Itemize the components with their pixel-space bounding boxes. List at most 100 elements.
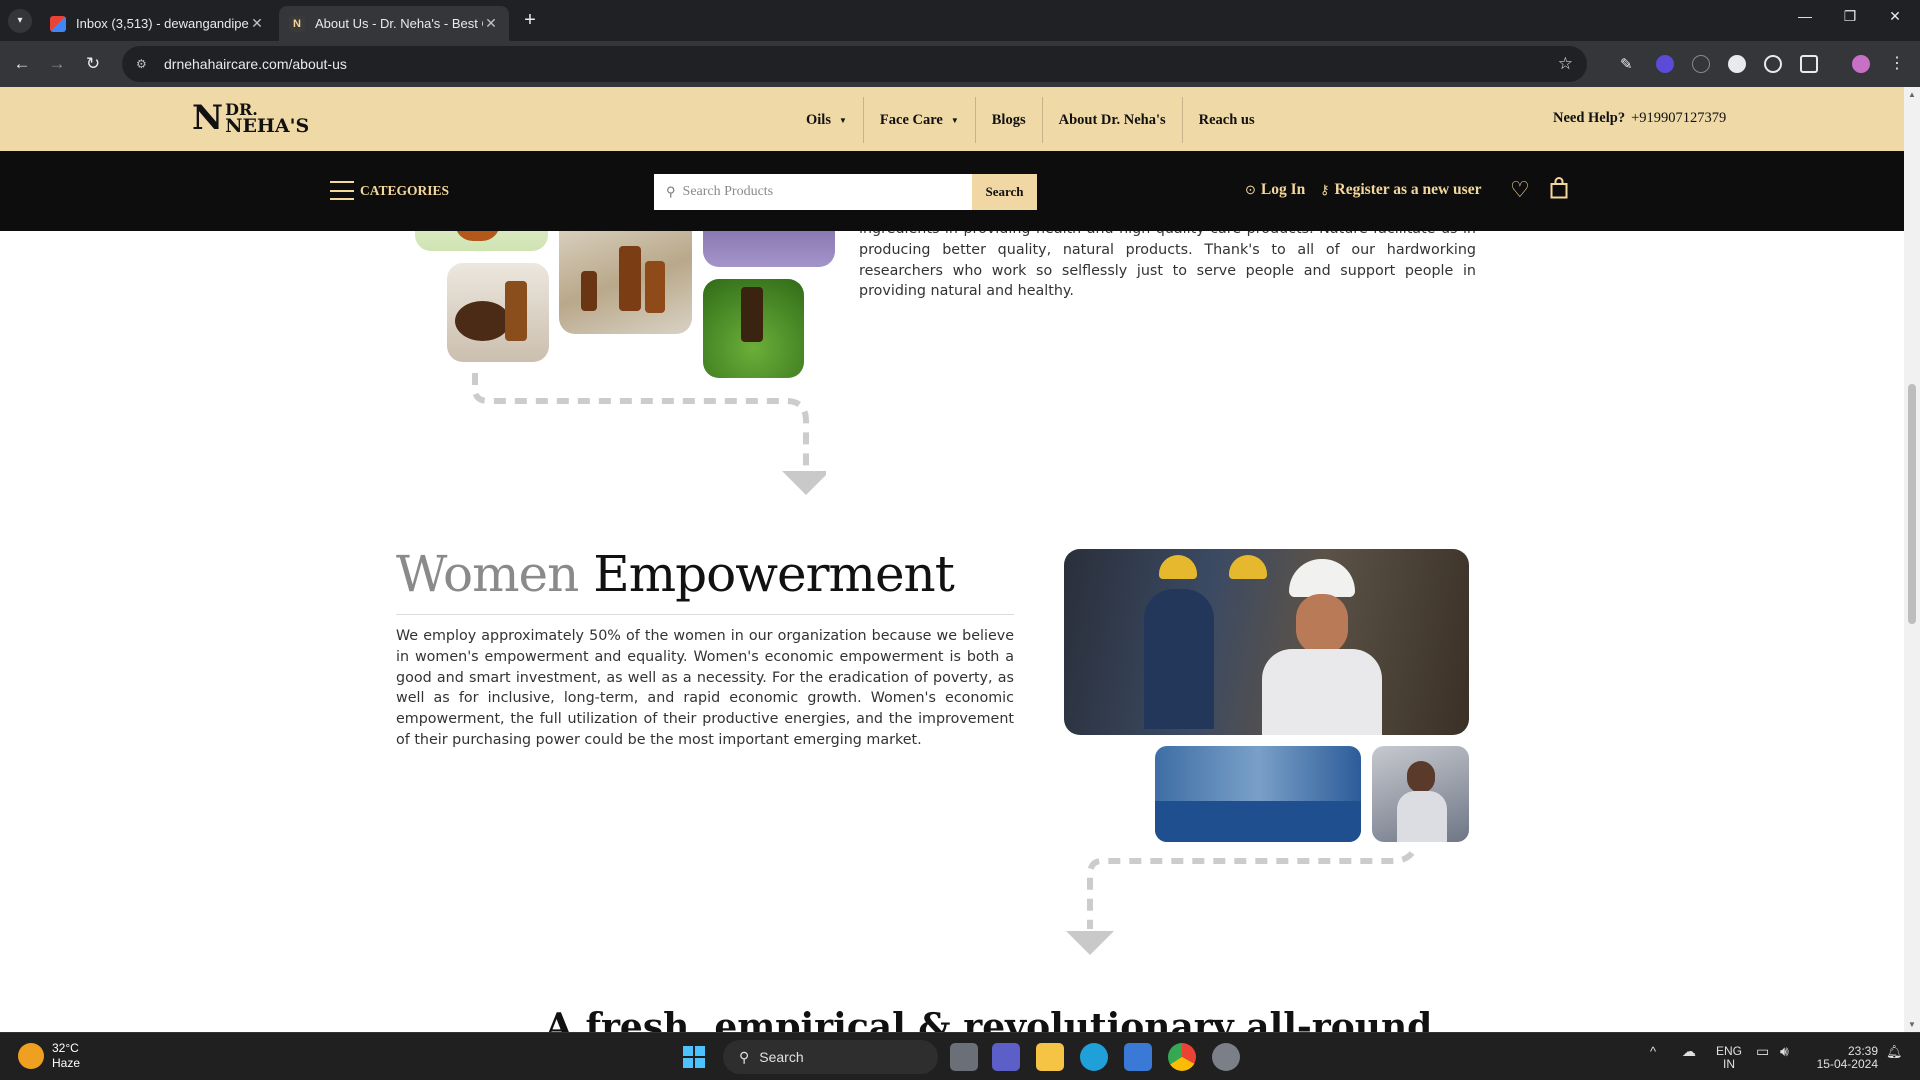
logo-wordmark: DR. NEHA'S — [225, 101, 309, 135]
nav-item-about[interactable]: About Dr. Neha's — [1043, 97, 1183, 143]
download-extension-icon[interactable] — [1656, 55, 1674, 73]
site-header: N DR. NEHA'S Oils ▼ Face Care ▼ Blogs Abou… — [0, 87, 1904, 151]
hamburger-menu-icon — [330, 181, 354, 200]
show-hidden-icons-chevron[interactable]: ^ — [1650, 1045, 1656, 1058]
lang-line-1: ENG — [1716, 1044, 1743, 1058]
url-text: drnehahaircare.com/about-us — [164, 56, 347, 72]
shopping-bag-icon[interactable] — [1550, 177, 1568, 204]
categories-label: CATEGORIES — [360, 182, 450, 198]
logo-mark: N — [192, 98, 224, 138]
weather-widget[interactable]: 32°C Haze — [18, 1041, 80, 1071]
page-scrollbar[interactable]: ▲ ▼ — [1904, 87, 1920, 1032]
taskbar-search[interactable]: ⚲ Search — [723, 1040, 938, 1074]
heading-dark-word: Empowerment — [593, 545, 955, 603]
divider — [396, 614, 1014, 615]
nav-item-face-care[interactable]: Face Care ▼ — [864, 97, 976, 143]
search-input[interactable]: ⚲ Search Products — [654, 174, 972, 210]
windows-start-icon[interactable] — [680, 1043, 708, 1071]
nav-item-oils[interactable]: Oils ▼ — [790, 97, 864, 143]
address-bar[interactable]: ⚙ drnehahaircare.com/about-us ☆ — [122, 46, 1587, 82]
site-search-bar: CATEGORIES ⚲ Search Products Search ⊙ Log… — [0, 151, 1904, 231]
weather-condition: Haze — [52, 1056, 81, 1070]
login-icon: ⊙ — [1245, 182, 1256, 197]
browser-tab-strip: ▾ Inbox (3,513) - dewangandipen ✕ N Abou… — [0, 0, 1920, 41]
search-button[interactable]: Search — [972, 174, 1037, 210]
puzzle-extensions-icon[interactable] — [1800, 55, 1818, 73]
onedrive-cloud-icon[interactable]: ☁ — [1682, 1044, 1696, 1058]
taskbar-search-label: Search — [759, 1049, 804, 1065]
close-tab-icon[interactable]: ✕ — [249, 15, 265, 32]
nav-label: Reach us — [1198, 111, 1255, 128]
tab-title: About Us - Dr. Neha's - Best Ca — [315, 16, 483, 31]
volume-icon[interactable]: 🔊︎ — [1780, 1044, 1789, 1058]
dashed-arrow-down — [472, 373, 826, 495]
lavender-photo — [703, 231, 835, 267]
clock[interactable]: 23:39 15-04-2024 — [1810, 1045, 1878, 1071]
register-link[interactable]: ⚷ Register as a new user — [1320, 181, 1481, 199]
extension-icon[interactable] — [1692, 55, 1710, 73]
site-info-icon[interactable]: ⚙ — [136, 57, 152, 71]
search-icon: ⚲ — [666, 184, 676, 199]
nav-label: Face Care — [879, 111, 943, 128]
scroll-down-icon[interactable]: ▼ — [1908, 1020, 1916, 1029]
help-phone[interactable]: +919907127379 — [1631, 110, 1726, 126]
worker-inspection-photo — [1372, 746, 1469, 842]
back-arrow-icon[interactable]: ← — [9, 51, 35, 77]
microsoft-store-icon[interactable] — [1124, 1043, 1152, 1071]
women-empowerment-heading: Women Empowerment — [396, 544, 955, 604]
dashed-arrow-down-left — [1066, 851, 1415, 955]
nav-label: About Dr. Neha's — [1058, 111, 1166, 128]
notification-bell-icon[interactable]: 🔔︎ — [1886, 1045, 1903, 1058]
register-label: Register as a new user — [1334, 181, 1482, 198]
window-close-icon[interactable]: ✕ — [1875, 8, 1915, 25]
factory-workers-photo — [1155, 746, 1361, 842]
chrome-icon[interactable] — [1168, 1043, 1196, 1071]
chevron-down-icon: ▼ — [950, 115, 959, 125]
clock-date: 15-04-2024 — [1816, 1057, 1878, 1071]
next-section-heading: A fresh, empirical & revolutionary all-r… — [545, 1006, 1433, 1032]
nav-item-blogs[interactable]: Blogs — [976, 97, 1043, 143]
main-navigation: Oils ▼ Face Care ▼ Blogs About Dr. Neha's … — [790, 97, 1271, 143]
tab-search-chevron-icon[interactable]: ▾ — [8, 9, 32, 33]
clock-time: 23:39 — [1847, 1044, 1878, 1058]
reload-icon[interactable]: ↻ — [80, 51, 106, 77]
login-link[interactable]: ⊙ Log In — [1245, 181, 1305, 199]
new-tab-plus-icon[interactable]: + — [518, 8, 542, 32]
file-explorer-icon[interactable] — [1036, 1043, 1064, 1071]
windows-taskbar: 32°C Haze ⚲ Search ^ ☁ ENG IN ▭ 🔊︎ 23:39… — [0, 1032, 1920, 1080]
gmail-icon — [50, 15, 66, 32]
forward-arrow-icon[interactable]: → — [44, 51, 70, 77]
bookmark-star-icon[interactable]: ☆ — [1558, 54, 1573, 74]
wishlist-heart-icon[interactable]: ♡ — [1510, 177, 1530, 203]
oil-bottles-photo — [559, 231, 692, 334]
scrollbar-thumb[interactable] — [1908, 384, 1916, 624]
minimize-icon[interactable]: — — [1785, 8, 1825, 24]
settings-extension-icon[interactable] — [1764, 55, 1782, 73]
dark-mode-extension-icon[interactable] — [1728, 55, 1746, 73]
browser-tab-gmail[interactable]: Inbox (3,513) - dewangandipen ✕ — [40, 6, 275, 41]
browser-menu-icon[interactable]: ⋮ — [1888, 55, 1906, 73]
categories-menu[interactable]: CATEGORIES — [330, 181, 449, 200]
scroll-up-icon[interactable]: ▲ — [1908, 90, 1916, 99]
about-content: ingredients in providing health and high… — [0, 231, 1904, 1032]
nav-item-reach-us[interactable]: Reach us — [1183, 97, 1271, 143]
help-contact: Need Help? +919907127379 — [1553, 110, 1726, 127]
teams-meet-icon[interactable] — [992, 1043, 1020, 1071]
task-view-icon[interactable] — [950, 1043, 978, 1071]
settings-gear-icon[interactable] — [1212, 1043, 1240, 1071]
language-indicator[interactable]: ENG IN — [1716, 1045, 1742, 1071]
search-icon: ⚲ — [739, 1048, 750, 1065]
eyedropper-extension-icon[interactable]: ✎ — [1620, 55, 1638, 73]
edge-browser-icon[interactable] — [1080, 1043, 1108, 1071]
site-logo[interactable]: N DR. NEHA'S — [192, 98, 309, 138]
oil-photo-green — [415, 231, 548, 251]
profile-avatar[interactable] — [1852, 55, 1870, 73]
login-label: Log In — [1260, 181, 1306, 198]
clove-oil-photo — [447, 263, 549, 362]
mint-oil-photo — [703, 279, 804, 378]
restore-icon[interactable]: ❐ — [1830, 8, 1870, 25]
help-label: Need Help? — [1553, 110, 1626, 126]
close-tab-icon[interactable]: ✕ — [483, 15, 499, 32]
network-icon[interactable]: ▭ — [1756, 1044, 1769, 1058]
browser-tab-about-us[interactable]: N About Us - Dr. Neha's - Best Ca ✕ — [279, 6, 509, 41]
